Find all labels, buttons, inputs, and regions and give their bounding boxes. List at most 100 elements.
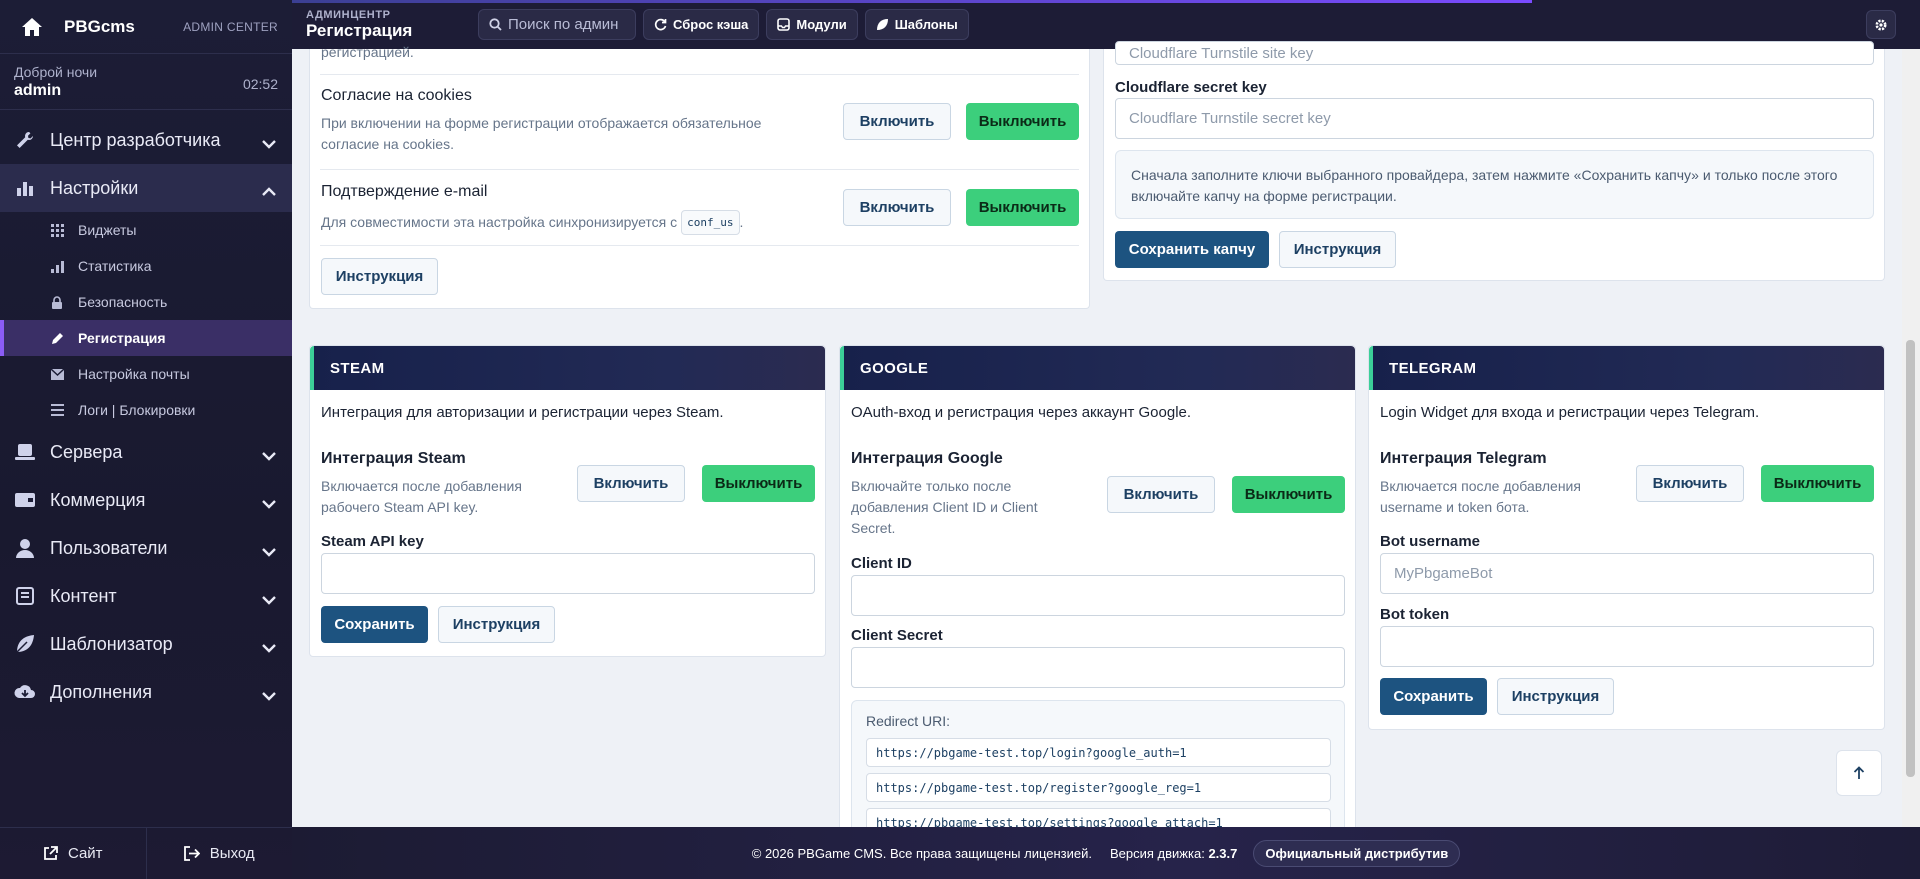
email-disable-button[interactable]: Выключить (966, 189, 1079, 226)
email-desc: Для совместимости эта настройка синхрони… (321, 210, 743, 235)
chevron-down-icon (262, 445, 276, 466)
bar-chart-icon (50, 259, 64, 273)
client-id-input[interactable] (851, 575, 1345, 616)
distributor-badge[interactable]: Официальный дистрибутив (1253, 839, 1461, 867)
telegram-save-button[interactable]: Сохранить (1380, 678, 1487, 715)
site-key-placeholder: Cloudflare Turnstile site key (1129, 45, 1314, 62)
site-key-input[interactable]: Cloudflare Turnstile site key (1115, 41, 1874, 65)
nav-addons-label: Дополнения (50, 681, 152, 702)
email-code: conf_us (681, 210, 740, 235)
captcha-instruction-button[interactable]: Инструкция (1279, 231, 1396, 268)
arrow-up-icon (1853, 766, 1865, 779)
nav-commerce[interactable]: Коммерция (0, 476, 292, 524)
steam-card-header: STEAM (310, 346, 825, 390)
telegram-instruction-button[interactable]: Инструкция (1497, 678, 1614, 715)
chevron-down-icon (262, 637, 276, 658)
sidebar-item-security[interactable]: Безопасность (0, 284, 292, 320)
cookies-enable-button[interactable]: Включить (843, 103, 951, 140)
refresh-icon (654, 18, 667, 31)
sidebar-item-registration[interactable]: Регистрация (0, 320, 292, 356)
wallet-icon (14, 489, 36, 511)
clock: 02:52 (242, 76, 278, 92)
site-link[interactable]: Сайт (0, 828, 147, 879)
wrench-icon (14, 129, 36, 151)
save-captcha-button[interactable]: Сохранить капчу (1115, 231, 1269, 268)
steam-enable-button[interactable]: Включить (577, 465, 685, 502)
modules-button[interactable]: Модули (766, 9, 858, 40)
telegram-disable-button[interactable]: Выключить (1761, 465, 1874, 502)
steam-hint: Включается после добавления рабочего Ste… (321, 478, 522, 515)
scrollbar-thumb[interactable] (1906, 340, 1915, 777)
chevron-down-icon (262, 133, 276, 154)
username: admin (14, 82, 62, 99)
reset-cache-button[interactable]: Сброс кэша (643, 9, 760, 40)
email-enable-button[interactable]: Включить (843, 189, 951, 226)
redirect-uri-label: Redirect URI: (866, 713, 951, 729)
brand-name[interactable]: PBGcms (64, 17, 135, 37)
steam-key-input[interactable] (321, 553, 815, 594)
leaf-icon (14, 633, 36, 655)
cookies-desc: При включении на форме регистрации отобр… (321, 115, 762, 152)
google-hint: Включайте только после добавления Client… (851, 478, 1038, 536)
redirect-uri-login[interactable]: https://pbgame-test.top/login?google_aut… (866, 738, 1331, 767)
sidebar-item-widgets[interactable]: Виджеты (0, 212, 292, 248)
nav-users[interactable]: Пользователи (0, 524, 292, 572)
templates-button[interactable]: Шаблоны (864, 9, 969, 40)
steam-save-button[interactable]: Сохранить (321, 606, 428, 643)
logout-icon (183, 846, 200, 861)
secret-key-input[interactable]: Cloudflare Turnstile secret key (1115, 98, 1874, 139)
sidebar-item-logs-label: Логи | Блокировки (78, 402, 196, 418)
steam-instruction-button[interactable]: Инструкция (438, 606, 555, 643)
envelope-icon (50, 367, 64, 381)
version-label: Версия движка: (1110, 845, 1205, 861)
sidebar-item-logs[interactable]: Логи | Блокировки (0, 392, 292, 428)
chevron-up-icon (262, 181, 276, 202)
sidebar-item-mail[interactable]: Настройка почты (0, 356, 292, 392)
search-input[interactable]: Поиск по админ (478, 9, 636, 40)
search-placeholder: Поиск по админ (508, 16, 619, 33)
settings-gear-button[interactable] (1866, 10, 1896, 39)
google-enable-button[interactable]: Включить (1107, 476, 1215, 513)
sidebar-item-stats-label: Статистика (78, 258, 152, 274)
steam-disable-button[interactable]: Выключить (702, 465, 815, 502)
secret-key-placeholder: Cloudflare Turnstile secret key (1129, 110, 1331, 127)
nav-addons[interactable]: Дополнения (0, 668, 292, 716)
cookies-title: Согласие на cookies (321, 87, 472, 104)
sidebar: PBGcms ADMIN CENTER Доброй ночи admin 02… (0, 0, 292, 879)
nav-servers[interactable]: Сервера (0, 428, 292, 476)
logout-link[interactable]: Выход (147, 828, 293, 879)
user-icon (14, 537, 36, 559)
cookies-disable-button[interactable]: Выключить (966, 103, 1079, 140)
sidebar-item-stats[interactable]: Статистика (0, 248, 292, 284)
sidebar-item-mail-label: Настройка почты (78, 366, 190, 382)
pencil-icon (50, 331, 64, 345)
left-instruction-button[interactable]: Инструкция (321, 258, 438, 295)
chevron-down-icon (262, 589, 276, 610)
telegram-enable-button[interactable]: Включить (1636, 465, 1744, 502)
document-icon (14, 585, 36, 607)
email-title: Подтверждение e-mail (321, 183, 488, 200)
scroll-top-button[interactable] (1836, 750, 1882, 796)
nav-settings-label: Настройки (50, 177, 139, 198)
client-secret-input[interactable] (851, 647, 1345, 688)
client-secret-label: Client Secret (851, 627, 943, 644)
server-icon (14, 441, 36, 463)
google-disable-button[interactable]: Выключить (1232, 476, 1345, 513)
bot-token-input[interactable] (1380, 626, 1874, 667)
redirect-uri-box: Redirect URI: https://pbgame-test.top/lo… (851, 700, 1345, 834)
steam-card: STEAM Интеграция для авторизации и регис… (309, 345, 826, 657)
nav-templater[interactable]: Шаблонизатор (0, 620, 292, 668)
nav-settings[interactable]: Настройки (0, 164, 292, 212)
nav-users-label: Пользователи (50, 537, 168, 558)
google-title: Интеграция Google (851, 450, 1003, 467)
gear-icon (1875, 19, 1887, 30)
grid-icon (50, 223, 64, 237)
redirect-uri-register[interactable]: https://pbgame-test.top/register?google_… (866, 773, 1331, 802)
nav-dev-center[interactable]: Центр разработчика (0, 116, 292, 164)
sliders-icon (14, 177, 36, 199)
nav-content[interactable]: Контент (0, 572, 292, 620)
breadcrumb-top: АДМИНЦЕНТР (306, 8, 391, 21)
telegram-hint: Включается после добавления username и t… (1380, 478, 1581, 515)
bot-username-input[interactable]: MyPbgameBot (1380, 553, 1874, 594)
home-icon[interactable] (14, 9, 50, 45)
